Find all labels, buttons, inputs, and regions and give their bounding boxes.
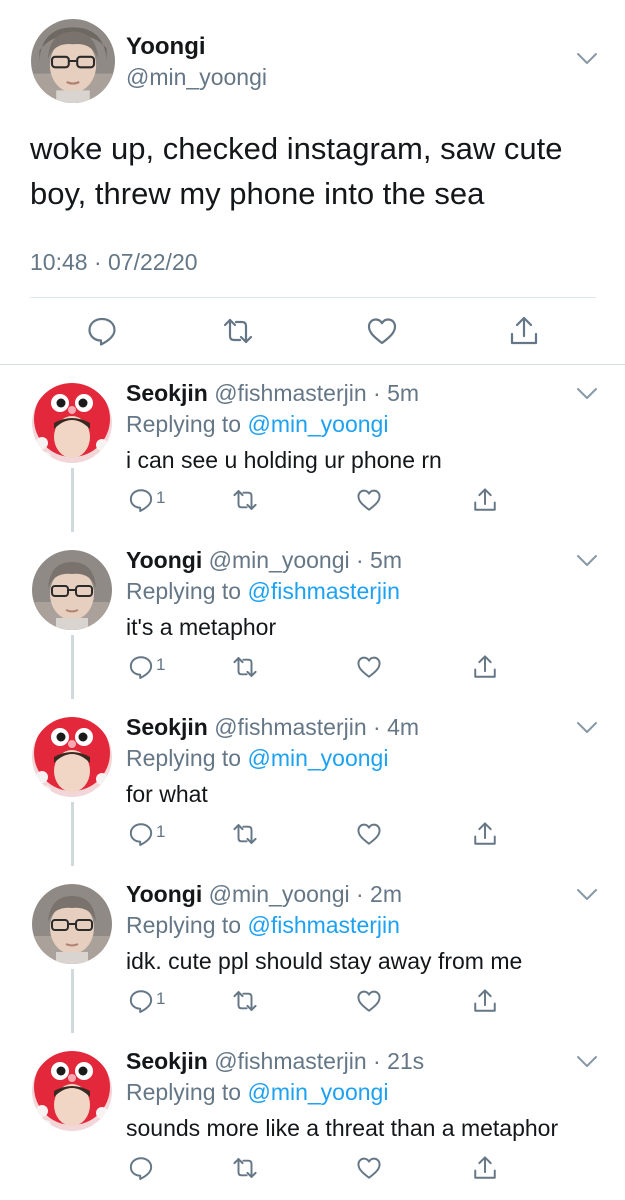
- reply-icon[interactable]: [86, 315, 118, 347]
- tweet-text: sounds more like a threat than a metapho…: [126, 1115, 559, 1141]
- mention-link[interactable]: @fishmasterjin: [247, 578, 399, 604]
- tweet-text: woke up, checked instagram, saw cute boy…: [30, 131, 563, 211]
- avatar[interactable]: [32, 717, 112, 797]
- share-icon[interactable]: [472, 821, 498, 847]
- display-name[interactable]: Seokjin: [126, 380, 208, 406]
- chevron-down-icon[interactable]: [576, 888, 598, 902]
- like-icon[interactable]: [356, 654, 382, 680]
- like-icon[interactable]: [356, 821, 382, 847]
- reply-tweet[interactable]: Seokjin @fishmasterjin · 5m Replying to …: [0, 365, 625, 532]
- reply-tweet[interactable]: Seokjin @fishmasterjin · 21s Replying to…: [0, 1033, 625, 1200]
- tweet-text: i can see u holding ur phone rn: [126, 447, 442, 473]
- display-name[interactable]: Yoongi: [126, 547, 202, 573]
- avatar[interactable]: [31, 19, 115, 103]
- mention-link[interactable]: @min_yoongi: [247, 1079, 388, 1105]
- reply-icon[interactable]: [128, 821, 154, 847]
- reply-tweet[interactable]: Yoongi @min_yoongi · 2m Replying to @fis…: [0, 866, 625, 1033]
- reply-count: 1: [156, 488, 166, 507]
- handle-time: @fishmasterjin · 4m: [214, 714, 420, 740]
- display-name[interactable]: Seokjin: [126, 1048, 208, 1074]
- reply-tweet[interactable]: Yoongi @min_yoongi · 5m Replying to @fis…: [0, 532, 625, 699]
- retweet-icon[interactable]: [232, 1155, 258, 1181]
- share-icon[interactable]: [472, 487, 498, 513]
- like-icon[interactable]: [356, 1155, 382, 1181]
- tweet-text: for what: [126, 781, 208, 807]
- thread-line: [71, 468, 74, 532]
- share-icon[interactable]: [508, 315, 540, 347]
- reply-count: 1: [156, 655, 166, 674]
- handle-time: @min_yoongi · 5m: [208, 547, 402, 573]
- display-name[interactable]: Yoongi: [126, 33, 206, 61]
- mention-link[interactable]: @fishmasterjin: [247, 912, 399, 938]
- replying-label: Replying to: [126, 411, 242, 437]
- thread-line: [71, 635, 74, 699]
- like-icon[interactable]: [356, 988, 382, 1014]
- replying-label: Replying to: [126, 578, 242, 604]
- divider: [30, 297, 596, 298]
- reply-icon[interactable]: [128, 1155, 154, 1181]
- handle-time: @min_yoongi · 2m: [208, 881, 402, 907]
- reply-icon[interactable]: [128, 654, 154, 680]
- thread-line: [71, 969, 74, 1033]
- display-name[interactable]: Yoongi: [126, 881, 202, 907]
- tweet-text: it's a metaphor: [126, 614, 277, 640]
- share-icon[interactable]: [472, 654, 498, 680]
- like-icon[interactable]: [366, 315, 398, 347]
- tweet-text: idk. cute ppl should stay away from me: [126, 948, 523, 974]
- retweet-icon[interactable]: [222, 315, 254, 347]
- retweet-icon[interactable]: [232, 988, 258, 1014]
- reply-tweet[interactable]: Seokjin @fishmasterjin · 4m Replying to …: [0, 699, 625, 866]
- thread-line: [71, 802, 74, 866]
- like-icon[interactable]: [356, 487, 382, 513]
- replying-label: Replying to: [126, 1079, 242, 1105]
- retweet-icon[interactable]: [232, 654, 258, 680]
- mention-link[interactable]: @min_yoongi: [247, 745, 388, 771]
- share-icon[interactable]: [472, 988, 498, 1014]
- reply-icon[interactable]: [128, 487, 154, 513]
- reply-count: 1: [156, 989, 166, 1008]
- mention-link[interactable]: @min_yoongi: [247, 411, 388, 437]
- main-tweet: Yoongi @min_yoongi woke up, checked inst…: [0, 0, 625, 364]
- chevron-down-icon[interactable]: [576, 554, 598, 568]
- display-name[interactable]: Seokjin: [126, 714, 208, 740]
- chevron-down-icon[interactable]: [576, 52, 598, 66]
- chevron-down-icon[interactable]: [576, 387, 598, 401]
- reply-icon[interactable]: [128, 988, 154, 1014]
- handle[interactable]: @min_yoongi: [126, 64, 267, 91]
- chevron-down-icon[interactable]: [576, 1055, 598, 1069]
- avatar[interactable]: [32, 550, 112, 630]
- chevron-down-icon[interactable]: [576, 721, 598, 735]
- retweet-icon[interactable]: [232, 487, 258, 513]
- replying-label: Replying to: [126, 745, 242, 771]
- replying-label: Replying to: [126, 912, 242, 938]
- avatar[interactable]: [32, 383, 112, 463]
- handle-time: @fishmasterjin · 21s: [214, 1048, 425, 1074]
- avatar[interactable]: [32, 884, 112, 964]
- share-icon[interactable]: [472, 1155, 498, 1181]
- reply-count: 1: [156, 822, 166, 841]
- retweet-icon[interactable]: [232, 821, 258, 847]
- timestamp[interactable]: 10:48 · 07/22/20: [30, 249, 198, 276]
- avatar[interactable]: [32, 1051, 112, 1131]
- handle-time: @fishmasterjin · 5m: [214, 380, 420, 406]
